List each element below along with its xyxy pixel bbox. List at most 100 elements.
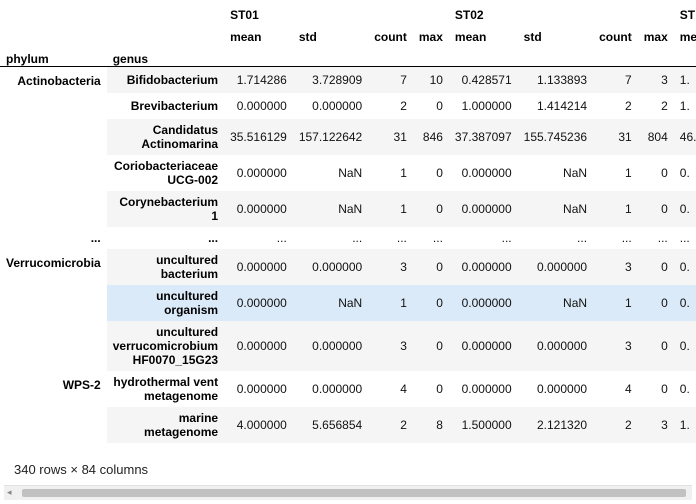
table-cell: 1.714286 (236, 72, 287, 87)
table-cell: 7 (400, 72, 407, 87)
dataframe-container: ST01 ST02 ST mean std count max mean std… (0, 0, 696, 452)
phylum-index-cell: Actinobacteria (0, 66, 107, 227)
table-cell: 1.500000 (461, 417, 512, 432)
table-cell: 0 (661, 259, 668, 274)
genus-index-cell: uncultured verrucomicrobium HF0070_15G23 (112, 324, 219, 367)
table-cell: ... (679, 230, 690, 245)
table-cell: 0 (661, 295, 668, 310)
scroll-left-arrow-icon[interactable]: ◂ (7, 487, 12, 498)
dataframe-table: ST01 ST02 ST mean std count max mean std… (0, 0, 696, 443)
table-cell: 3 (400, 259, 407, 274)
dataframe-shape: 340 rows × 84 columns (14, 462, 149, 477)
table-cell: 1 (625, 201, 632, 216)
table-cell: 2 (400, 98, 407, 113)
table-cell: NaN (338, 295, 363, 310)
table-cell: 1 (400, 295, 407, 310)
table-cell: 0 (661, 338, 668, 353)
table-cell: ... (577, 230, 588, 245)
genus-index-cell: marine metagenome (144, 410, 219, 439)
table-cell: ... (621, 230, 632, 245)
table-cell: 0.000000 (461, 259, 512, 274)
column-header: mean (454, 30, 487, 44)
genus-index-cell: hydrothermal vent metagenome (113, 374, 219, 403)
column-group-header: ST01 (230, 8, 259, 22)
table-cell: 0.428571 (461, 72, 512, 87)
table-row: WPS-2 hydrothermal vent metagenome 0.00000… (0, 370, 696, 443)
table-cell: 804 (647, 129, 668, 144)
genus-index-cell: Brevibacterium (130, 98, 219, 113)
column-header-level-0: ST01 ST02 ST (0, 0, 696, 22)
table-cell: 31 (393, 129, 407, 144)
table-cell: 3 (625, 338, 632, 353)
table-cell: 1. (679, 72, 690, 87)
index-name: genus (112, 52, 149, 66)
table-cell: 0.000000 (461, 201, 512, 216)
table-cell: 2 (625, 98, 632, 113)
genus-index-cell: Coriobacteriaceae UCG-002 (114, 158, 219, 187)
table-cell: ... (352, 230, 363, 245)
table-cell: 0.000000 (461, 381, 512, 396)
table-row: Verrucomicrobia uncultured bacterium 0.000… (0, 248, 696, 371)
genus-index-cell: ... (208, 230, 219, 245)
index-name: phylum (6, 52, 49, 66)
phylum-index-cell: Verrucomicrobia (0, 248, 107, 371)
table-cell: 846 (422, 129, 443, 144)
table-cell: NaN (563, 201, 588, 216)
column-header: std (298, 30, 317, 44)
table-cell: 1.133893 (537, 72, 588, 87)
column-header: std (523, 30, 542, 44)
phylum-index-cell: ... (0, 226, 107, 249)
column-group-header: ST (679, 8, 696, 22)
table-cell: NaN (563, 165, 588, 180)
table-cell: 0.000000 (537, 381, 588, 396)
table-cell: 0. (679, 259, 690, 274)
table-row: ................................. (0, 226, 696, 249)
table-cell: ... (396, 230, 407, 245)
table-cell: 0.000000 (461, 338, 512, 353)
column-header: count (599, 30, 632, 44)
table-cell: 3 (661, 417, 668, 432)
column-header: max (643, 30, 668, 44)
table-cell: 3.728909 (312, 72, 363, 87)
column-group-header: ST02 (454, 8, 484, 22)
table-cell: 0 (661, 165, 668, 180)
table-cell: 0 (661, 381, 668, 396)
table-cell: 10 (429, 72, 443, 87)
table-cell: 2.121320 (537, 417, 588, 432)
table-cell: 1 (400, 165, 407, 180)
table-cell: 4.000000 (236, 417, 287, 432)
table-row: Actinobacteria Bifidobacterium 1.714286 3.7… (0, 66, 696, 227)
table-cell: 1.414214 (537, 98, 588, 113)
horizontal-scrollbar[interactable]: ◂ (4, 485, 692, 500)
table-cell: 0.000000 (461, 295, 512, 310)
table-cell: 0 (436, 295, 443, 310)
table-cell: 0.000000 (312, 98, 363, 113)
table-cell: 0 (661, 201, 668, 216)
table-cell: 0. (679, 201, 690, 216)
scrollbar-thumb[interactable] (22, 489, 686, 497)
table-cell: 1.000000 (461, 98, 512, 113)
table-cell: 3 (625, 259, 632, 274)
table-cell: 0. (679, 165, 690, 180)
table-cell: 0 (436, 259, 443, 274)
table-cell: 3 (661, 72, 668, 87)
table-cell: 0 (436, 98, 443, 113)
index-name-header: phylum genus (0, 44, 696, 67)
table-cell: 0. (679, 338, 690, 353)
table-cell: 1 (625, 165, 632, 180)
column-header: mean (230, 30, 262, 44)
table-cell: 0.000000 (236, 338, 287, 353)
table-cell: NaN (563, 295, 588, 310)
table-cell: 31 (618, 129, 632, 144)
table-cell: 0 (436, 381, 443, 396)
table-cell: 3 (400, 338, 407, 353)
table-cell: 1 (400, 201, 407, 216)
genus-index-cell: Corynebacterium 1 (119, 194, 219, 223)
table-cell: 0.000000 (537, 338, 588, 353)
table-cell: ... (657, 230, 668, 245)
dataframe-body: Actinobacteria Bifidobacterium 1.714286 3.7… (0, 66, 696, 443)
table-cell: 46. (679, 129, 696, 144)
table-cell: 0 (436, 201, 443, 216)
table-cell: 0.000000 (236, 98, 287, 113)
table-cell: 0.000000 (236, 201, 287, 216)
